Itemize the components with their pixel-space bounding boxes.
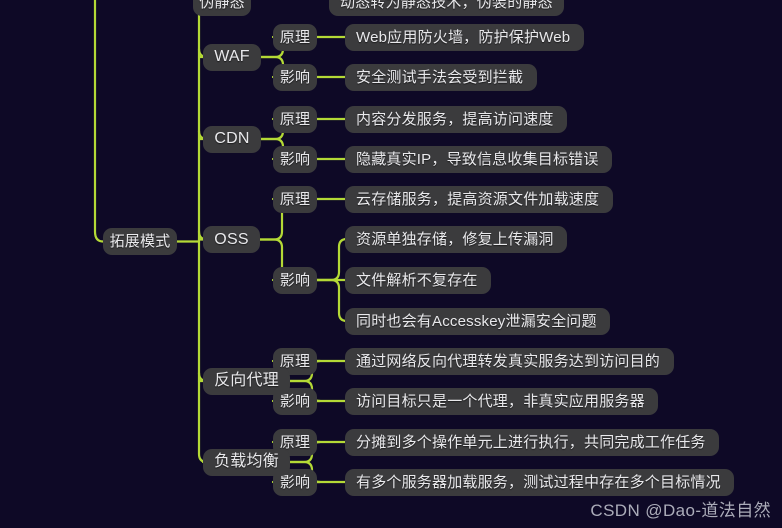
sub-node-principle[interactable]: 原理 [273, 23, 317, 51]
mindmap-root-node[interactable]: 拓展模式 [103, 228, 177, 255]
branch-node[interactable]: CDN [203, 125, 261, 153]
leaf-node[interactable]: Web应用防火墙，防护保护Web [345, 23, 584, 51]
branch-node[interactable]: 负载均衡 [203, 448, 290, 476]
branch-node[interactable]: OSS [203, 226, 260, 253]
branch-node[interactable]: WAF [203, 43, 261, 71]
sub-node-impact[interactable]: 影响 [273, 266, 317, 294]
leaf-node[interactable]: 文件解析不复存在 [345, 266, 491, 294]
leaf-node[interactable]: 安全测试手法会受到拦截 [345, 63, 537, 91]
leaf-node[interactable]: 通过网络反向代理转发真实服务达到访问目的 [345, 347, 674, 375]
leaf-node[interactable]: 分摊到多个操作单元上进行执行，共同完成工作任务 [345, 428, 719, 456]
leaf-node[interactable]: 同时也会有Accesskey泄漏安全问题 [345, 307, 610, 335]
sub-node-principle[interactable]: 原理 [273, 105, 317, 133]
leaf-node[interactable]: 云存储服务，提高资源文件加载速度 [345, 185, 613, 213]
leaf-node[interactable]: 内容分发服务，提高访问速度 [345, 105, 567, 133]
clipped-sub-node[interactable]: 伪静态 [193, 0, 251, 16]
clipped-leaf-node[interactable]: 动态转为静态技术，伪装的静态 [329, 0, 564, 16]
leaf-node[interactable]: 隐藏真实IP，导致信息收集目标错误 [345, 145, 612, 173]
leaf-node[interactable]: 访问目标只是一个代理，非真实应用服务器 [345, 387, 658, 415]
mindmap-canvas: 拓展模式 伪静态 动态转为静态技术，伪装的静态 Web应用防火墙，防护保护Web 原理安… [0, 0, 782, 528]
sub-node-impact[interactable]: 影响 [273, 145, 317, 173]
branch-node[interactable]: 反向代理 [203, 367, 290, 395]
sub-node-principle[interactable]: 原理 [273, 185, 317, 213]
leaf-node[interactable]: 有多个服务器加载服务，测试过程中存在多个目标情况 [345, 468, 734, 496]
sub-node-impact[interactable]: 影响 [273, 63, 317, 91]
watermark: CSDN @Dao-道法自然 [590, 501, 771, 520]
leaf-node[interactable]: 资源单独存储，修复上传漏洞 [345, 225, 567, 253]
